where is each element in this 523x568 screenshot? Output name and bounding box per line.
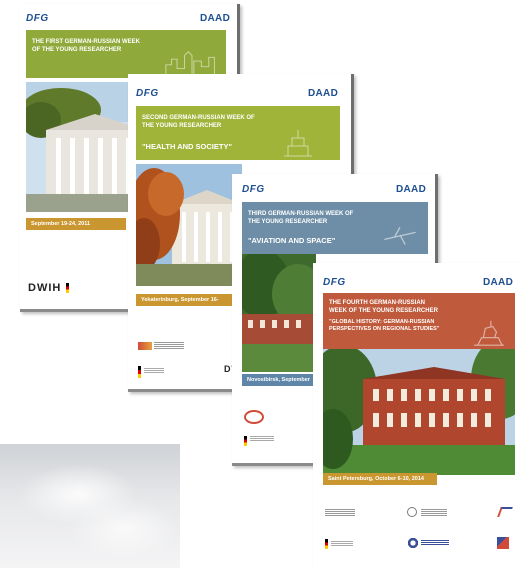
building-photo: [242, 254, 316, 372]
globe-logo-icon: [407, 537, 419, 549]
poster-title: THIRD GERMAN-RUSSIAN WEEK OF THE YOUNG R…: [248, 211, 354, 225]
title-band: THE FOURTH GERMAN-RUSSIAN WEEK OF THE YO…: [323, 293, 515, 351]
poster-title: THE FOURTH GERMAN-RUSSIAN WEEK OF THE YO…: [329, 300, 438, 314]
daad-logo: DAAD: [200, 13, 231, 24]
date-bar: Saint Petersburg, October 6-10, 2014: [323, 473, 437, 485]
city-skyline-icon: [165, 51, 215, 75]
dfg-logo: DFG: [136, 88, 159, 99]
dwih-logo: DWIH: [28, 282, 62, 294]
partner-logo: [244, 410, 264, 424]
university-crest-icon: [407, 507, 417, 517]
partner-logo: [421, 540, 449, 546]
federal-eagle-icon: [138, 366, 141, 378]
date-bar: Yekaterinburg, September 16-: [136, 294, 242, 306]
partner-logo: [497, 507, 513, 517]
federal-eagle-icon: [325, 539, 328, 549]
title-band: THIRD GERMAN-RUSSIAN WEEK OF THE YOUNG R…: [242, 202, 428, 254]
partner-logo: [250, 436, 274, 442]
dfg-logo: DFG: [26, 13, 49, 24]
title-band: SECOND GERMAN-RUSSIAN WEEK OF THE YOUNG …: [136, 106, 340, 160]
partner-logo: [154, 342, 184, 350]
title-band: THE FIRST GERMAN-RUSSIAN WEEK OF THE YOU…: [26, 30, 226, 78]
cloud-background: [0, 444, 180, 568]
date-bar: Novosibirsk, September: [242, 374, 316, 386]
partner-logo: [331, 541, 353, 547]
flag-icon: [66, 283, 69, 293]
partner-logo: [138, 342, 152, 350]
poster-title: SECOND GERMAN-RUSSIAN WEEK OF THE YOUNG …: [142, 115, 255, 129]
federal-eagle-icon: [244, 436, 247, 446]
partner-logo: [421, 509, 447, 517]
poster-subtitle: "AVIATION AND SPACE": [248, 236, 336, 245]
building-photo: [26, 82, 144, 212]
building-photo: [136, 164, 242, 286]
partner-logo: [144, 368, 164, 374]
building-photo: [323, 349, 515, 475]
partner-logo: [497, 537, 509, 549]
dfg-logo: DFG: [323, 277, 346, 288]
horseman-statue-icon: [474, 320, 504, 346]
daad-logo: DAAD: [308, 88, 339, 99]
poster-subtitle: "GLOBAL HISTORY: GERMAN-RUSSIAN PERSPECT…: [329, 319, 440, 332]
poster-title: THE FIRST GERMAN-RUSSIAN WEEK OF THE YOU…: [32, 39, 140, 53]
daad-logo: DAAD: [396, 184, 427, 195]
partner-logo: [325, 509, 355, 517]
aircraft-icon: [384, 226, 416, 245]
poster-subtitle: "HEALTH AND SOCIETY": [142, 142, 233, 151]
poster-fourth-week[interactable]: DFG DAAD THE FOURTH GERMAN-RUSSIAN WEEK …: [313, 263, 523, 568]
daad-logo: DAAD: [483, 277, 514, 288]
date-bar: September 19-24, 2011: [26, 218, 126, 230]
monument-icon: [284, 130, 312, 157]
dfg-logo: DFG: [242, 184, 265, 195]
